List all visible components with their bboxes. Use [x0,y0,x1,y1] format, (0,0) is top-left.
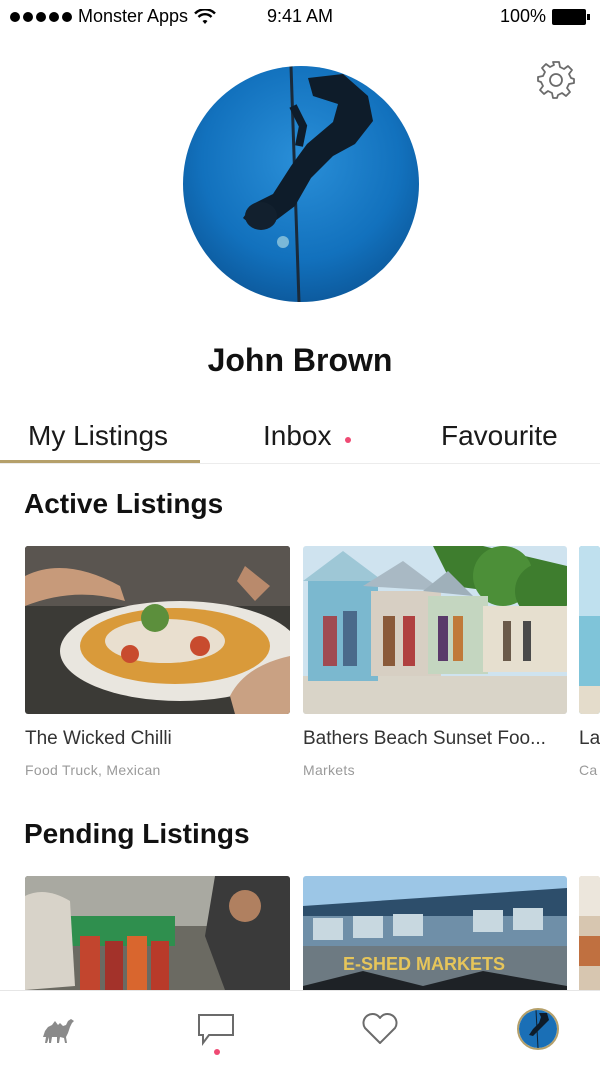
pending-listings-heading: Pending Listings [24,818,250,849]
messages-notification-dot [214,1049,220,1055]
listing-image: E-SHED MARKETS [303,876,567,990]
pending-listing-card[interactable] [25,876,290,990]
avatar [517,1008,559,1050]
tab-inbox[interactable]: Inbox [263,420,332,452]
listing-image [303,546,567,714]
status-right: 100% [500,6,590,27]
listing-title: Bathers Beach Sunset Foo... [303,728,546,749]
listing-category: Ca [579,762,598,778]
diver-photo [183,66,419,302]
listing-title: The Wicked Chilli [25,728,172,749]
listing-image [579,546,600,714]
listing-card[interactable]: Bathers Beach Sunset Foo... Markets [303,546,567,786]
listing-title: La [579,728,600,749]
profile-name: John Brown [207,342,393,378]
listing-category: Food Truck, Mexican [25,762,161,778]
battery-icon [552,8,590,25]
inbox-notification-dot [345,437,351,443]
listing-card[interactable]: La Ca [579,546,600,786]
heart-icon [362,1013,398,1044]
nav-messages[interactable] [194,1007,238,1051]
tab-bar: My Listings Inbox Favourite [0,410,600,464]
status-bar: Monster Apps 9:41 AM 100% [0,0,600,34]
listing-image [579,876,600,990]
listing-image [25,876,290,990]
nav-favourites[interactable] [358,1007,402,1051]
tab-favourite[interactable]: Favourite [441,420,558,452]
pending-listing-card[interactable] [579,876,600,990]
tab-my-listings[interactable]: My Listings [28,420,168,452]
chat-icon [198,1014,234,1046]
pending-listing-card[interactable]: E-SHED MARKETS [303,876,567,990]
profile-avatar[interactable] [183,66,419,302]
active-listings-heading: Active Listings [24,488,224,519]
bottom-nav [0,990,600,1068]
battery-percent: 100% [499,6,546,26]
sign-text: E-SHED MARKETS [343,954,505,974]
nav-explore[interactable] [36,1007,80,1051]
listing-card[interactable]: The Wicked Chilli Food Truck, Mexican [25,546,290,786]
camel-icon [43,1019,74,1043]
nav-profile[interactable] [516,1007,560,1051]
active-tab-indicator [0,460,200,463]
listing-category: Markets [303,762,355,778]
listing-image [25,546,290,714]
gear-icon[interactable] [536,60,576,100]
